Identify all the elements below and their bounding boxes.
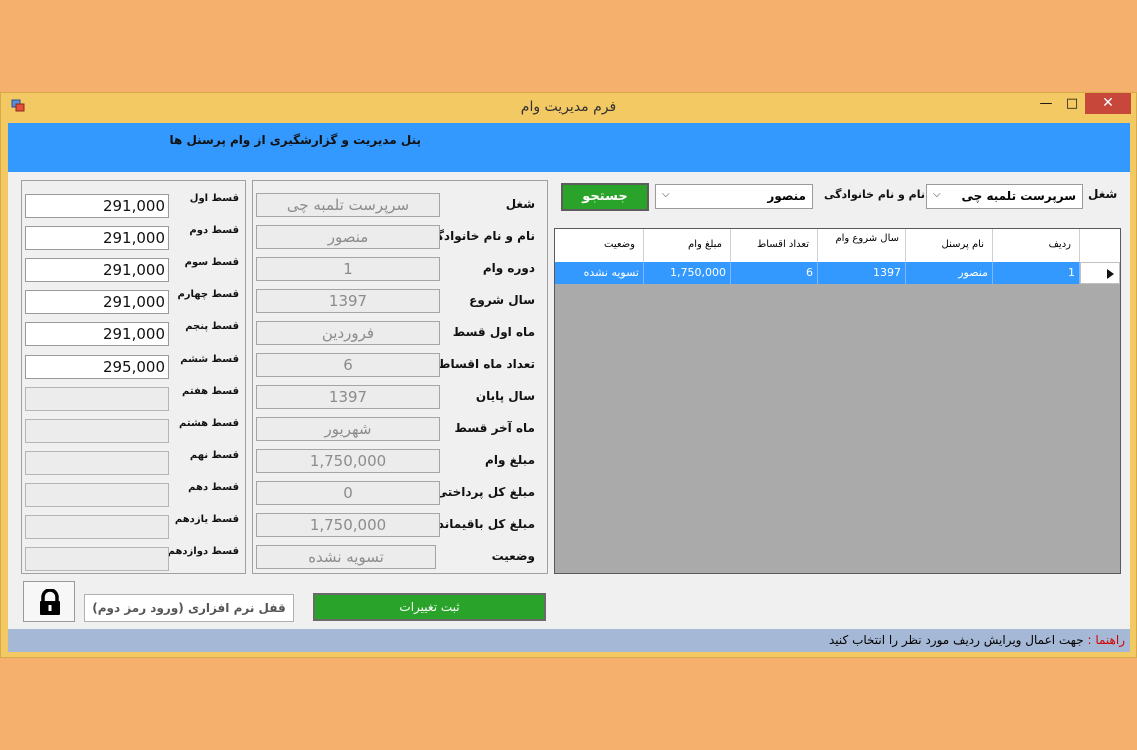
detail-label: مبلغ کل باقیمانده (430, 517, 535, 531)
column-header-name[interactable]: نام پرسنل (906, 229, 993, 262)
job-filter-value: سرپرست تلمبه چی (961, 189, 1076, 203)
client-area: پنل مدیریت و گزارشگیری از وام پرسنل ها ق… (8, 123, 1130, 652)
detail-label: ماه آخر قسط (454, 421, 535, 435)
detail-label: مبلغ کل پرداختی (435, 485, 535, 499)
installment-field[interactable] (25, 418, 169, 443)
title-bar: فرم مدیریت وام — □ ✕ (1, 93, 1136, 123)
row-pointer-icon (1107, 269, 1114, 279)
installment-field[interactable]: 291,000 (25, 290, 169, 315)
close-button[interactable]: ✕ (1085, 93, 1131, 114)
detail-field[interactable]: 1397 (256, 289, 440, 313)
row-selector[interactable] (1080, 262, 1120, 284)
detail-field[interactable]: سرپرست تلمبه چی (256, 193, 440, 217)
installment-label: قسط هفتم (182, 385, 239, 397)
grid-header: وضعیت مبلغ وام تعداد اقساط سال شروع وام … (555, 229, 1120, 262)
detail-field[interactable]: تسویه نشده (256, 545, 436, 569)
status-bar: راهنما : جهت اعمال ویرایش ردیف مورد نظر … (8, 629, 1130, 652)
save-changes-button[interactable]: ثبت تغییرات (313, 593, 546, 621)
column-header-count[interactable]: تعداد اقساط (731, 229, 818, 262)
installment-label: قسط نهم (189, 449, 239, 461)
cell-amount[interactable]: 1,750,000 (644, 262, 731, 284)
column-header-start-year[interactable]: سال شروع وام (818, 229, 906, 262)
installment-field[interactable] (25, 386, 169, 411)
detail-label: سال شروع (469, 293, 535, 307)
status-message: جهت اعمال ویرایش ردیف مورد نظر را انتخاب… (829, 633, 1084, 647)
cell-name[interactable]: منصور (906, 262, 993, 284)
lock-icon (40, 589, 60, 615)
software-lock-field[interactable]: قفل نرم افزاری (ورود رمز دوم) (84, 594, 294, 622)
status-prefix: راهنما : (1087, 633, 1125, 647)
installment-field[interactable]: 291,000 (25, 322, 169, 347)
row-header-corner (1080, 229, 1120, 262)
name-filter-label: نام و نام خانوادگی (824, 188, 925, 201)
name-filter-combo[interactable]: منصور ⌵ (655, 184, 813, 209)
maximize-button[interactable]: □ (1059, 93, 1085, 114)
detail-field[interactable]: 0 (256, 481, 440, 505)
cell-start-year[interactable]: 1397 (818, 262, 906, 284)
detail-field[interactable]: شهریور (256, 417, 440, 441)
installment-label: قسط ششم (180, 353, 239, 365)
name-filter-value: منصور (767, 189, 806, 203)
detail-label: ماه اول قسط (452, 325, 535, 339)
installment-field[interactable] (25, 547, 169, 572)
installment-label: قسط سوم (184, 257, 239, 269)
installment-label: قسط یازدهم (174, 514, 239, 525)
loan-management-window: فرم مدیریت وام — □ ✕ پنل مدیریت و گزارشگ… (0, 92, 1137, 658)
cell-index[interactable]: 1 (993, 262, 1080, 284)
detail-label: وضعیت (491, 549, 535, 563)
detail-field[interactable]: فروردین (256, 321, 440, 345)
detail-field[interactable]: 1,750,000 (256, 449, 440, 473)
column-header-status[interactable]: وضعیت (555, 229, 644, 262)
detail-field[interactable]: منصور (256, 225, 440, 249)
installment-label: قسط دوازدهم (167, 546, 239, 558)
installment-field[interactable] (25, 515, 169, 539)
installment-label: قسط دهم (188, 481, 239, 493)
job-filter-label: شغل (1088, 187, 1118, 201)
installment-field[interactable]: 291,000 (25, 194, 169, 218)
header-banner: پنل مدیریت و گزارشگیری از وام پرسنل ها (8, 123, 1130, 172)
detail-label: شغل (505, 197, 535, 211)
installment-field[interactable] (25, 482, 169, 507)
cell-count[interactable]: 6 (731, 262, 818, 284)
installment-field[interactable]: 291,000 (25, 226, 169, 251)
installment-label: قسط اول (189, 193, 239, 204)
detail-label: سال پایان (475, 389, 535, 403)
detail-label: مبلغ وام (485, 453, 535, 467)
installment-label: قسط دوم (189, 225, 239, 237)
job-filter-combo[interactable]: سرپرست تلمبه چی ⌵ (926, 184, 1083, 209)
chevron-down-icon: ⌵ (933, 189, 941, 200)
detail-label: دوره وام (482, 261, 535, 275)
loans-grid[interactable]: وضعیت مبلغ وام تعداد اقساط سال شروع وام … (554, 228, 1121, 574)
banner-title: پنل مدیریت و گزارشگیری از وام پرسنل ها (169, 133, 421, 147)
installment-label: قسط هشتم (179, 417, 239, 429)
window-title: فرم مدیریت وام (520, 99, 617, 115)
installment-field[interactable] (25, 450, 169, 475)
installment-label: قسط پنجم (185, 321, 239, 333)
installment-field[interactable]: 295,000 (25, 354, 169, 379)
chevron-down-icon: ⌵ (662, 189, 670, 200)
detail-field[interactable]: 1397 (256, 385, 440, 409)
detail-field[interactable]: 6 (256, 353, 440, 377)
detail-label: نام و نام خانوادگی (424, 229, 535, 243)
lock-button[interactable] (23, 581, 75, 622)
minimize-button[interactable]: — (1033, 93, 1059, 114)
status-hint: راهنما : جهت اعمال ویرایش ردیف مورد نظر … (829, 633, 1125, 647)
cell-status[interactable]: تسویه نشده (555, 262, 644, 284)
table-row[interactable]: تسویه نشده 1,750,000 6 1397 منصور 1 (555, 262, 1120, 284)
detail-label: تعداد ماه اقساط (437, 357, 535, 371)
column-header-amount[interactable]: مبلغ وام (644, 229, 731, 262)
detail-field[interactable]: 1 (256, 257, 440, 281)
search-button[interactable]: جستجو (561, 183, 649, 211)
detail-field[interactable]: 1,750,000 (256, 513, 440, 537)
installment-label: قسط چهارم (177, 289, 239, 301)
installment-field[interactable]: 291,000 (25, 258, 169, 283)
column-header-index[interactable]: ردیف (993, 229, 1080, 262)
